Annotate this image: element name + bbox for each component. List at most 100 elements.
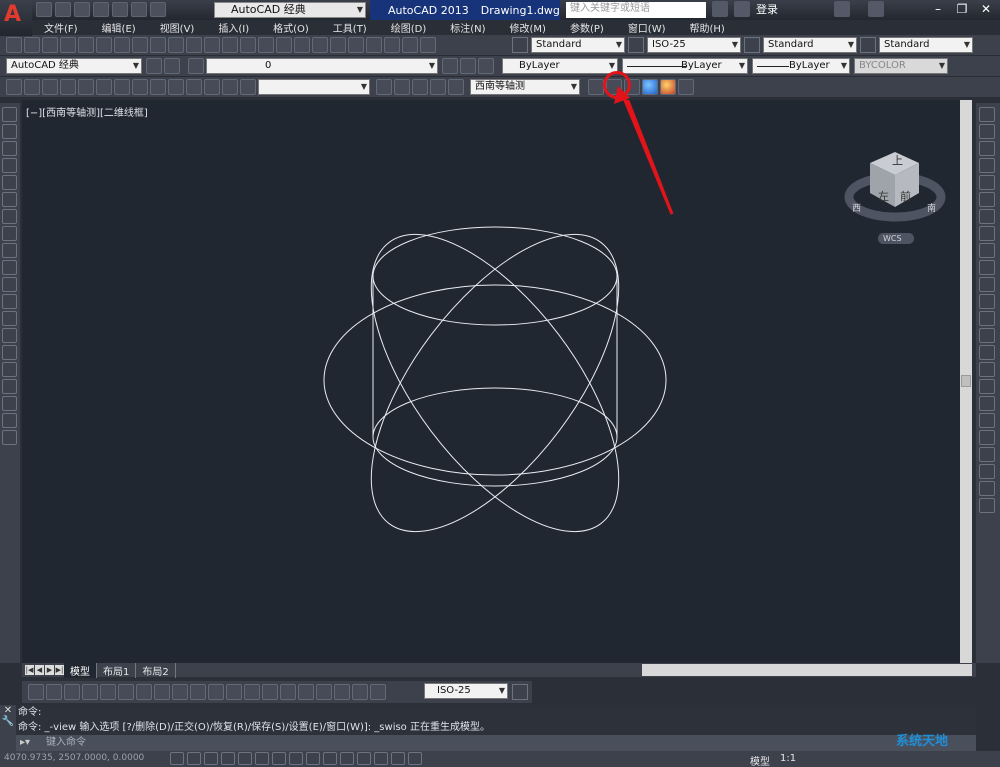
- line-icon[interactable]: [2, 107, 17, 122]
- menu-item-2[interactable]: 视图(V): [148, 20, 207, 35]
- help-icon[interactable]: [868, 1, 884, 17]
- dim-space-icon[interactable]: [226, 684, 242, 700]
- break-point-icon[interactable]: [979, 294, 995, 309]
- menu-item-8[interactable]: 修改(M): [498, 20, 558, 35]
- zoom-previous-icon[interactable]: [294, 37, 310, 53]
- sweep-icon[interactable]: [186, 79, 202, 95]
- point-icon[interactable]: [2, 328, 17, 343]
- erase-icon[interactable]: [979, 107, 995, 122]
- ellipse-icon[interactable]: [2, 260, 17, 275]
- workspace-select[interactable]: AutoCAD 经典: [214, 2, 366, 18]
- insert-block-icon[interactable]: [2, 294, 17, 309]
- binoculars-icon[interactable]: [712, 1, 728, 17]
- zoom-icon[interactable]: [394, 79, 410, 95]
- new-icon[interactable]: [6, 37, 22, 53]
- region-icon[interactable]: [2, 379, 17, 394]
- color-select[interactable]: ByLayer: [502, 58, 618, 74]
- am-icon[interactable]: [408, 752, 422, 765]
- user-icon[interactable]: [734, 1, 750, 17]
- save-icon[interactable]: [42, 37, 58, 53]
- view-manager-icon[interactable]: [448, 79, 464, 95]
- grid-icon[interactable]: [204, 752, 218, 765]
- prev-tab-icon[interactable]: ◀: [35, 665, 44, 675]
- help-icon[interactable]: [420, 37, 436, 53]
- match-prop-icon[interactable]: [168, 37, 184, 53]
- workspace-combo[interactable]: AutoCAD 经典: [6, 58, 142, 74]
- cylinder-icon[interactable]: [96, 79, 112, 95]
- menu-item-4[interactable]: 格式(O): [261, 20, 321, 35]
- redo-icon[interactable]: [150, 2, 166, 17]
- blend-icon[interactable]: [979, 379, 995, 394]
- polygon-icon[interactable]: [2, 158, 17, 173]
- stretch-icon[interactable]: [979, 243, 995, 258]
- open-icon[interactable]: [24, 37, 40, 53]
- customize-icon[interactable]: [164, 58, 180, 74]
- text-style-select[interactable]: Standard: [531, 37, 625, 53]
- wedge-icon[interactable]: [42, 79, 58, 95]
- search-input[interactable]: 键入关键字或短语: [566, 2, 706, 18]
- inspection-icon[interactable]: [298, 684, 314, 700]
- lineweight-select[interactable]: ByLayer: [752, 58, 850, 74]
- cone-icon[interactable]: [60, 79, 76, 95]
- next-tab-icon[interactable]: ▶: [45, 665, 54, 675]
- table-icon[interactable]: [2, 396, 17, 411]
- diameter-icon[interactable]: [136, 684, 152, 700]
- scroll-thumb[interactable]: [961, 375, 971, 387]
- copy-icon[interactable]: [132, 37, 148, 53]
- loft-icon[interactable]: [204, 79, 220, 95]
- scale-icon[interactable]: [979, 226, 995, 241]
- text-front-icon[interactable]: [979, 481, 995, 496]
- mirror-icon[interactable]: [979, 141, 995, 156]
- exchange-icon[interactable]: [834, 1, 850, 17]
- restore-icon[interactable]: ❐: [952, 1, 972, 17]
- dim-text-edit-icon[interactable]: [352, 684, 368, 700]
- hatch-icon[interactable]: [2, 345, 17, 360]
- publish-icon[interactable]: [96, 37, 112, 53]
- sc-icon[interactable]: [391, 752, 405, 765]
- snap-icon[interactable]: [187, 752, 201, 765]
- conceptual-icon[interactable]: [660, 79, 676, 95]
- visual-style-manager-icon[interactable]: [678, 79, 694, 95]
- dim-break-icon[interactable]: [244, 684, 260, 700]
- ellipse-arc-icon[interactable]: [2, 277, 17, 292]
- infer-icon[interactable]: [170, 752, 184, 765]
- command-input[interactable]: ▸▾ 键入命令: [16, 735, 976, 751]
- pan-icon[interactable]: [240, 37, 256, 53]
- named-view-select[interactable]: [258, 79, 370, 95]
- torus-icon[interactable]: [114, 79, 130, 95]
- tolerance-icon[interactable]: [262, 684, 278, 700]
- sphere-icon[interactable]: [78, 79, 94, 95]
- layer-previous-icon[interactable]: [460, 58, 476, 74]
- cut-icon[interactable]: [114, 37, 130, 53]
- dim-style-select-bottom[interactable]: ISO-25: [424, 683, 508, 699]
- command-prompt-icon[interactable]: ▸▾: [20, 735, 30, 751]
- markup-icon[interactable]: [384, 37, 400, 53]
- lwt-icon[interactable]: [340, 752, 354, 765]
- menu-item-9[interactable]: 参数(P): [558, 20, 616, 35]
- continue-icon[interactable]: [208, 684, 224, 700]
- ducs-icon[interactable]: [306, 752, 320, 765]
- otrack-icon[interactable]: [289, 752, 303, 765]
- polysolid-icon[interactable]: [6, 79, 22, 95]
- orbit-icon[interactable]: [412, 79, 428, 95]
- realistic-icon[interactable]: [642, 79, 658, 95]
- first-tab-icon[interactable]: |◀: [25, 665, 34, 675]
- baseline-icon[interactable]: [190, 684, 206, 700]
- minimize-icon[interactable]: –: [928, 1, 948, 17]
- menu-item-7[interactable]: 标注(N): [438, 20, 497, 35]
- view-preset-select[interactable]: 西南等轴测: [470, 79, 580, 95]
- camera-icon[interactable]: [240, 79, 256, 95]
- dim-update-icon[interactable]: [370, 684, 386, 700]
- construction-line-icon[interactable]: [2, 124, 17, 139]
- rotate-icon[interactable]: [979, 209, 995, 224]
- layer-select[interactable]: 0: [206, 58, 438, 74]
- plot-icon[interactable]: [60, 37, 76, 53]
- pyramid-icon[interactable]: [132, 79, 148, 95]
- zoom-realtime-icon[interactable]: [258, 37, 274, 53]
- box-icon[interactable]: [24, 79, 40, 95]
- menu-item-5[interactable]: 工具(T): [321, 20, 379, 35]
- quick-dim-icon[interactable]: [172, 684, 188, 700]
- horizontal-scrollbar[interactable]: [642, 664, 972, 676]
- application-button[interactable]: A: [0, 0, 32, 36]
- login-link[interactable]: 登录: [756, 1, 778, 17]
